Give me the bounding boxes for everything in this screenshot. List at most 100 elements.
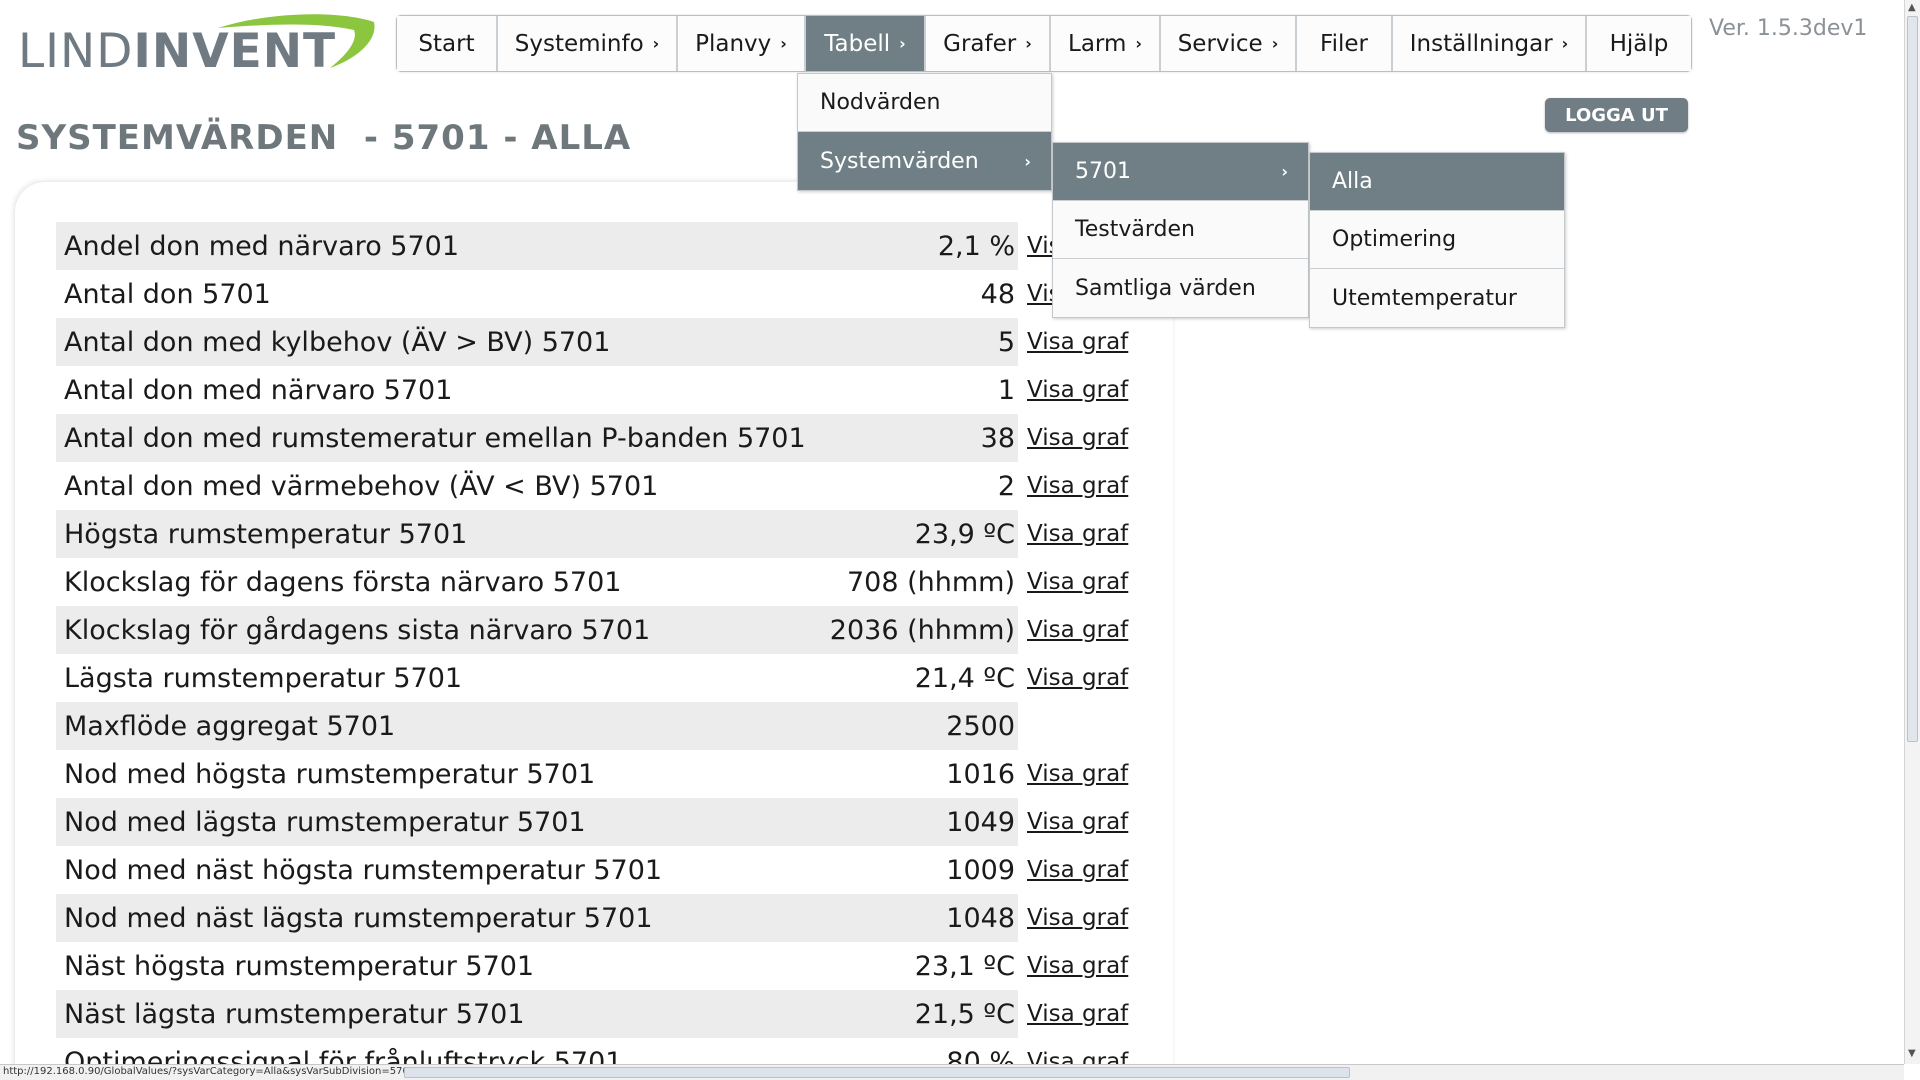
menu-item-systemvarden[interactable]: Systemvärden › bbox=[798, 132, 1051, 190]
table-row: Näst lägsta rumstemperatur 5701 21,5 ºC Vi… bbox=[56, 990, 1146, 1038]
row-value: 21,4 ºC bbox=[914, 662, 1015, 694]
table-row: Klockslag för gårdagens sista närvaro 57… bbox=[56, 606, 1146, 654]
table-row: Näst högsta rumstemperatur 5701 23,1 ºC Vi… bbox=[56, 942, 1146, 990]
row-value: 21,5 ºC bbox=[914, 998, 1015, 1030]
row-value: 23,1 ºC bbox=[914, 950, 1015, 982]
row-label: Antal don 5701 bbox=[64, 278, 271, 310]
nav-service[interactable]: Service › bbox=[1161, 16, 1297, 71]
row-value: 38 bbox=[980, 422, 1015, 454]
visa-graf-link[interactable]: Visa graf bbox=[1027, 521, 1128, 547]
page-title: SYSTEMVÄRDEN - 5701 - ALLA bbox=[16, 118, 632, 158]
scroll-up-icon[interactable]: ▲ bbox=[1908, 2, 1916, 13]
row-value: 1 bbox=[997, 374, 1015, 406]
row-label: Antal don med närvaro 5701 bbox=[64, 374, 453, 406]
chevron-right-icon: › bbox=[1271, 34, 1279, 53]
row-label: Klockslag för gårdagens sista närvaro 57… bbox=[64, 614, 651, 646]
row-label: Nod med näst lägsta rumstemperatur 5701 bbox=[64, 902, 653, 934]
row-label: Andel don med närvaro 5701 bbox=[64, 230, 460, 262]
visa-graf-link[interactable]: Visa graf bbox=[1027, 905, 1128, 931]
chevron-right-icon: › bbox=[1024, 151, 1031, 171]
logo-wordmark: LINDINVENT bbox=[18, 24, 337, 79]
visa-graf-link[interactable]: Visa graf bbox=[1027, 377, 1128, 403]
row-value: 708 (hhmm) bbox=[846, 566, 1015, 598]
menu-item-alla[interactable]: Alla bbox=[1310, 153, 1564, 211]
visa-graf-link[interactable]: Visa graf bbox=[1027, 329, 1128, 355]
scroll-down-icon[interactable]: ▼ bbox=[1908, 1048, 1916, 1059]
row-label: Nod med högsta rumstemperatur 5701 bbox=[64, 758, 596, 790]
status-url: http://192.168.0.90/GlobalValues/?sysVar… bbox=[3, 1066, 416, 1077]
nav-hjalp[interactable]: Hjälp bbox=[1587, 16, 1691, 71]
chevron-right-icon: › bbox=[652, 34, 660, 53]
row-label: Näst lägsta rumstemperatur 5701 bbox=[64, 998, 525, 1030]
scrollbar-thumb[interactable] bbox=[1907, 16, 1918, 742]
visa-graf-link[interactable]: Visa graf bbox=[1027, 425, 1128, 451]
row-value: 1049 bbox=[946, 806, 1015, 838]
row-label: Antal don med kylbehov (ÄV > BV) 5701 bbox=[64, 326, 611, 358]
visa-graf-link[interactable]: Visa graf bbox=[1027, 953, 1128, 979]
visa-graf-link[interactable]: Visa graf bbox=[1027, 665, 1128, 691]
row-value: 48 bbox=[980, 278, 1015, 310]
table-row: Antal don 570148Visa graf bbox=[56, 270, 1146, 318]
menu-item-samtliga-varden[interactable]: Samtliga värden bbox=[1053, 259, 1308, 317]
row-label: Nod med näst högsta rumstemperatur 5701 bbox=[64, 854, 663, 886]
table-row: Högsta rumstemperatur 5701 23,9 ºC Visa gr… bbox=[56, 510, 1146, 558]
row-value: 2,1 % bbox=[937, 230, 1015, 262]
nav-tabell[interactable]: Tabell › bbox=[806, 16, 926, 71]
system-values-table: Andel don med närvaro 5701 2,1 % Visa graf… bbox=[56, 222, 1146, 1080]
division-5701-submenu: Alla Optimering Utemtemperatur bbox=[1309, 152, 1565, 328]
table-row: Nod med näst högsta rumstemperatur 5701 1… bbox=[56, 846, 1146, 894]
visa-graf-link[interactable]: Visa graf bbox=[1027, 617, 1128, 643]
chevron-right-icon: › bbox=[1135, 34, 1142, 53]
menu-item-optimering[interactable]: Optimering bbox=[1310, 211, 1564, 269]
row-value: 5 bbox=[997, 326, 1015, 358]
row-value: 1009 bbox=[946, 854, 1015, 886]
row-value: 1016 bbox=[946, 758, 1015, 790]
row-label: Högsta rumstemperatur 5701 bbox=[64, 518, 468, 550]
menu-item-nodvarden[interactable]: Nodvärden bbox=[798, 74, 1051, 132]
visa-graf-link[interactable]: Visa graf bbox=[1027, 761, 1128, 787]
table-row: Klockslag för dagens första närvaro 5701… bbox=[56, 558, 1146, 606]
chevron-right-icon: › bbox=[1561, 34, 1569, 53]
menu-item-5701[interactable]: 5701 › bbox=[1053, 143, 1308, 201]
logout-button[interactable]: LOGGA UT bbox=[1545, 98, 1688, 132]
table-row: Antal don med närvaro 5701 1 Visa graf bbox=[56, 366, 1146, 414]
table-row: Nod med näst lägsta rumstemperatur 5701 1… bbox=[56, 894, 1146, 942]
table-row: Antal don med kylbehov (ÄV > BV) 5701 5 Vi… bbox=[56, 318, 1146, 366]
menu-item-testvarden[interactable]: Testvärden bbox=[1053, 201, 1308, 259]
content-panel: Andel don med närvaro 5701 2,1 % Visa graf… bbox=[15, 182, 1173, 1080]
table-row: Nod med lägsta rumstemperatur 5701 1049 Vi… bbox=[56, 798, 1146, 846]
visa-graf-link[interactable]: Visa graf bbox=[1027, 473, 1128, 499]
nav-grafer[interactable]: Grafer › bbox=[926, 16, 1051, 71]
row-value: 1048 bbox=[946, 902, 1015, 934]
visa-graf-link[interactable]: Visa graf bbox=[1027, 1001, 1128, 1027]
row-label: Lägsta rumstemperatur 5701 bbox=[64, 662, 463, 694]
table-row: Antal don med rumstemeratur emellan P-ba… bbox=[56, 414, 1146, 462]
systemvarden-submenu: 5701 › Testvärden Samtliga värden bbox=[1052, 142, 1309, 318]
row-value: 2500 bbox=[946, 710, 1015, 742]
row-label: Klockslag för dagens första närvaro 5701 bbox=[64, 566, 622, 598]
row-label: Antal don med rumstemeratur emellan P-ba… bbox=[64, 422, 806, 454]
table-row: Lägsta rumstemperatur 5701 21,4 ºC Visa gr… bbox=[56, 654, 1146, 702]
main-nav: Start Systeminfo › Planvy › Tabell › Grafer… bbox=[396, 15, 1692, 72]
nav-larm[interactable]: Larm › bbox=[1051, 16, 1161, 71]
nav-planvy[interactable]: Planvy › bbox=[678, 16, 806, 71]
vertical-scrollbar[interactable]: ▲ ▼ bbox=[1904, 0, 1920, 1064]
tabell-dropdown-menu: Nodvärden Systemvärden › bbox=[797, 73, 1052, 191]
chevron-right-icon: › bbox=[780, 34, 787, 53]
visa-graf-link[interactable]: Visa graf bbox=[1027, 809, 1128, 835]
visa-graf-link[interactable]: Visa graf bbox=[1027, 857, 1128, 883]
visa-graf-link[interactable]: Visa graf bbox=[1027, 569, 1128, 595]
nav-installningar[interactable]: Inställningar › bbox=[1393, 16, 1587, 71]
horizontal-scrollbar[interactable] bbox=[404, 1067, 1350, 1078]
table-row: Maxflöde aggregat 5701 2500 bbox=[56, 702, 1146, 750]
nav-filer[interactable]: Filer bbox=[1297, 16, 1393, 71]
table-row: Antal don med värmebehov (ÄV < BV) 5701 2… bbox=[56, 462, 1146, 510]
menu-item-utemtemperatur[interactable]: Utemtemperatur bbox=[1310, 269, 1564, 327]
version-label: Ver. 1.5.3dev1 bbox=[1709, 16, 1868, 41]
nav-systeminfo[interactable]: Systeminfo › bbox=[498, 16, 678, 71]
row-label: Maxflöde aggregat 5701 bbox=[64, 710, 396, 742]
row-label: Nod med lägsta rumstemperatur 5701 bbox=[64, 806, 586, 838]
nav-start[interactable]: Start bbox=[397, 16, 498, 71]
chevron-right-icon: › bbox=[1025, 34, 1032, 53]
row-label: Antal don med värmebehov (ÄV < BV) 5701 bbox=[64, 470, 659, 502]
